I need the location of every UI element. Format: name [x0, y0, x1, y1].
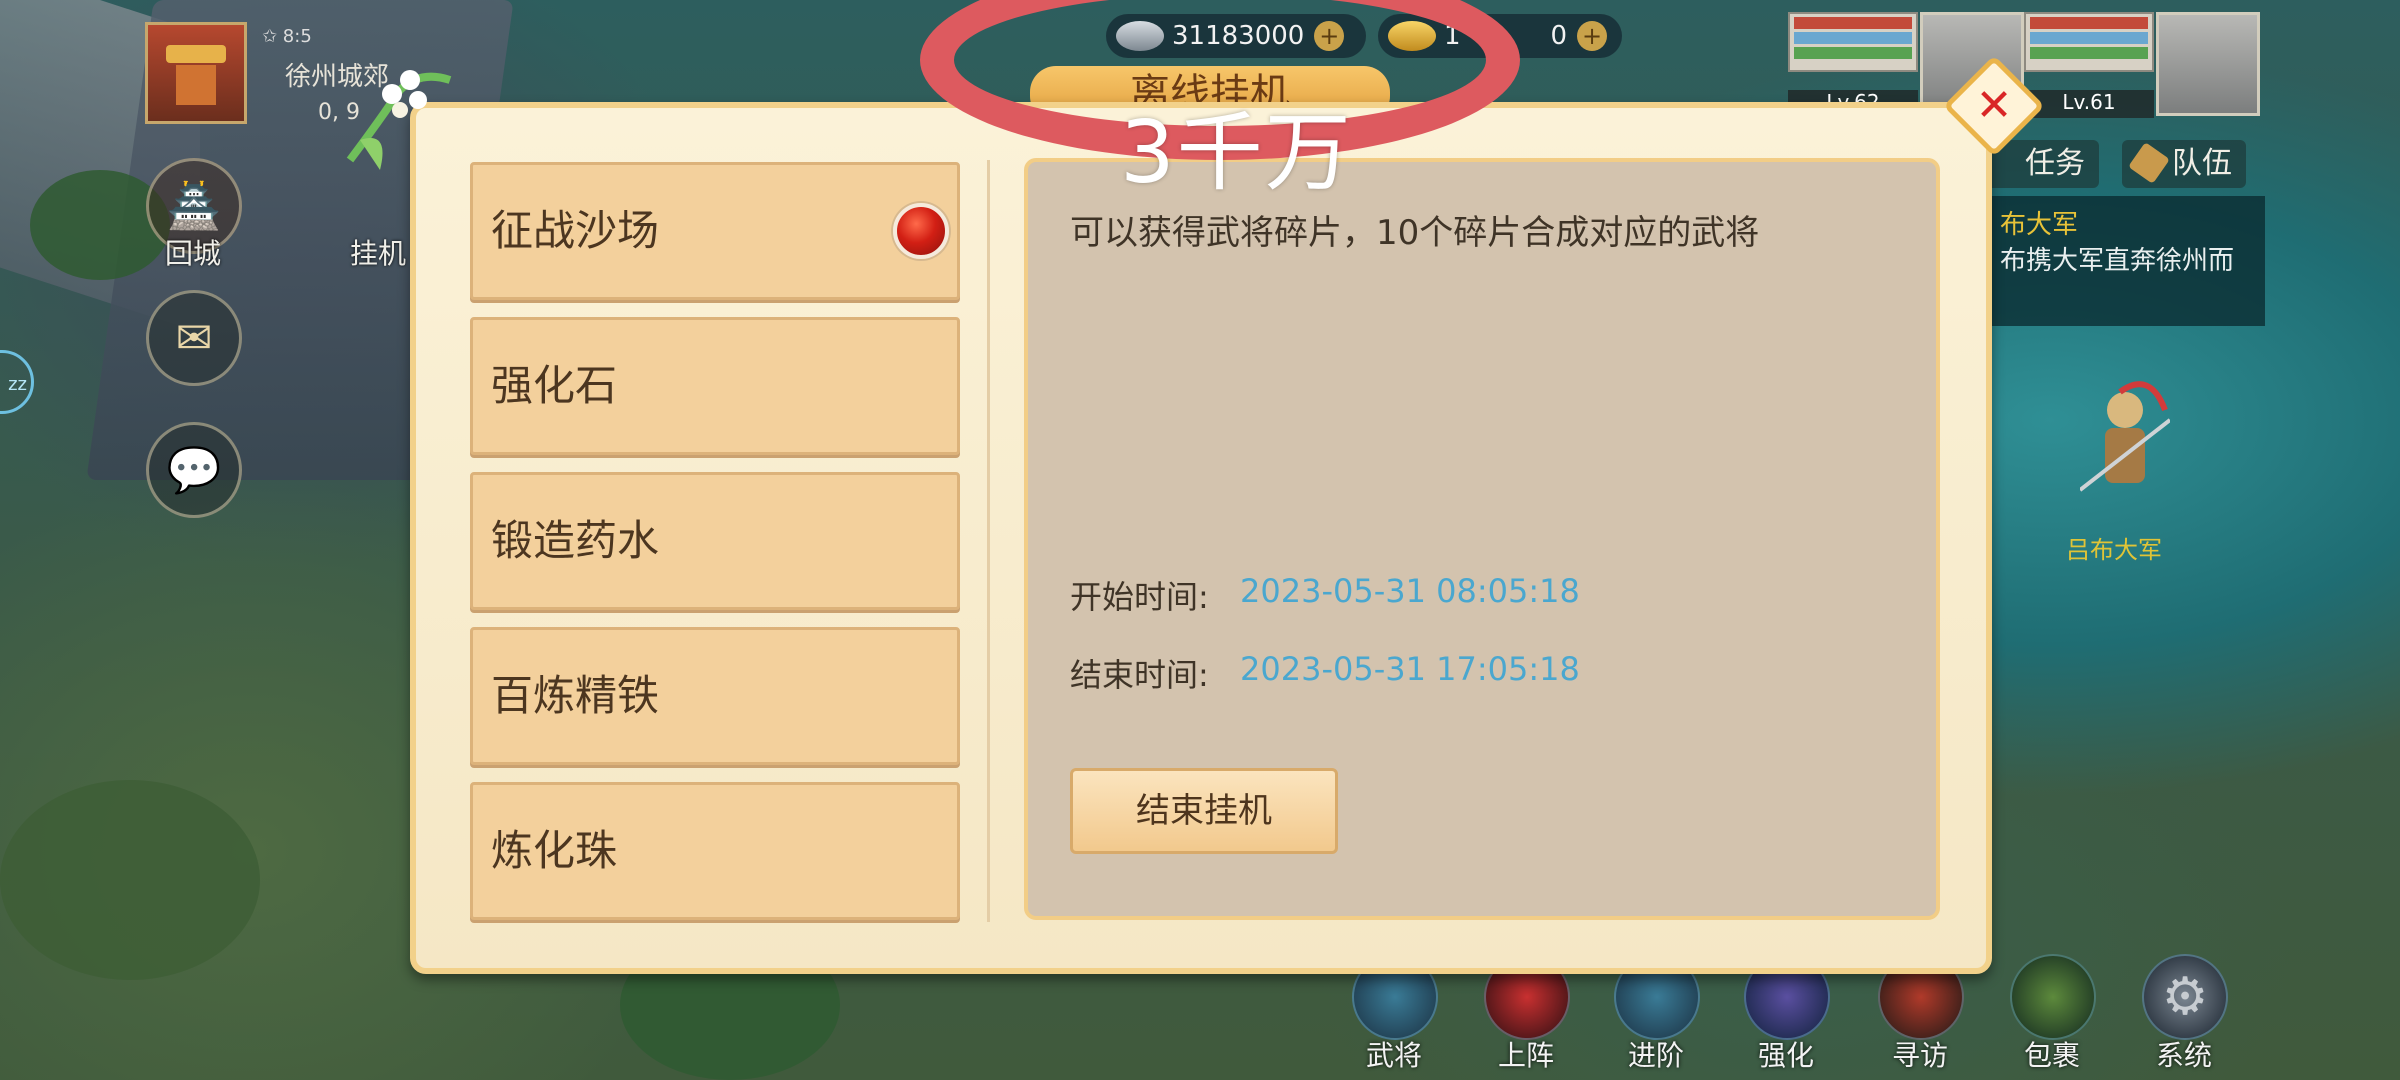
end-time-label: 结束时间: [1070, 656, 1209, 694]
notification-dot-icon [893, 203, 949, 259]
gear-icon: ⚙ [2142, 954, 2228, 1040]
menu-item-battlefield[interactable]: 征战沙场 [470, 162, 960, 300]
end-idle-button[interactable]: 结束挂机 [1070, 768, 1338, 854]
start-time-label: 开始时间: [1070, 578, 1209, 616]
add-gold-button[interactable]: + [1577, 21, 1608, 51]
tab-tasks-label: 任务 [2025, 146, 2085, 181]
menu-item-label: 百炼精铁 [491, 671, 660, 720]
tab-team[interactable]: 队伍 [2122, 140, 2246, 188]
reward-description: 可以获得武将碎片，10个碎片合成对应的武将 [1070, 213, 1760, 253]
end-time-value: 2023-05-31 17:05:18 [1240, 650, 1580, 688]
action-label: 系统 [2155, 1039, 2212, 1072]
menu-item-refining-orb[interactable]: 炼化珠 [470, 782, 960, 920]
enemy-general-sprite[interactable] [2080, 380, 2170, 520]
hp-bars [2024, 12, 2154, 72]
quest-description: 布携大军直奔徐州而 [2000, 246, 2235, 276]
chat-button[interactable]: 💬 [146, 422, 242, 518]
action-system[interactable]: ⚙ 系统 [2134, 954, 2234, 1074]
menu-item-label: 炼化珠 [491, 826, 618, 875]
menu-item-forge-potion[interactable]: 锻造药水 [470, 472, 960, 610]
envelope-icon: ✉ [175, 312, 213, 364]
action-label: 进阶 [1627, 1039, 1684, 1072]
menu-item-label: 锻造药水 [491, 516, 660, 565]
scroll-icon [2128, 142, 2170, 184]
action-label: 武将 [1365, 1039, 1422, 1072]
hp-bars [1788, 12, 1918, 72]
mail-button[interactable]: ✉ [146, 290, 242, 386]
bag-icon [2010, 954, 2096, 1040]
idle-label: 挂机 [350, 237, 407, 270]
city-avatar[interactable] [145, 22, 247, 124]
palace-icon [176, 65, 216, 105]
bush [0, 780, 260, 980]
start-time-value: 2023-05-31 08:05:18 [1240, 572, 1580, 610]
return-city-label: 回城 [165, 237, 222, 270]
quest-title: 布大军 [2000, 210, 2079, 240]
city-gate-icon: 🏯 [166, 181, 222, 232]
action-bag[interactable]: 包裹 [2002, 954, 2102, 1074]
level-badge: Lv.61 [2024, 90, 2154, 118]
gold-amount-tail: 0 [1550, 21, 1568, 51]
menu-item-refined-iron[interactable]: 百炼精铁 [470, 627, 960, 765]
action-label: 包裹 [2023, 1039, 2080, 1072]
general-portrait [2156, 12, 2260, 116]
flower-decoration-icon [346, 70, 452, 170]
enemy-label: 吕布大军 [2066, 536, 2162, 564]
palace-roof-icon [166, 45, 226, 63]
panel-divider [987, 160, 990, 922]
action-label: 强化 [1757, 1039, 1814, 1072]
menu-item-enhance-stone[interactable]: 强化石 [470, 317, 960, 455]
action-label: 上阵 [1497, 1039, 1554, 1072]
city-rating: ✩ 8:5 [262, 26, 312, 47]
menu-item-label: 强化石 [491, 361, 618, 410]
action-label: 寻访 [1891, 1039, 1948, 1072]
close-icon: ✕ [1975, 80, 2013, 131]
annotation-text: 3千万 [1120, 103, 1353, 203]
chat-bubble-icon: 💬 [166, 445, 222, 496]
menu-item-label: 征战沙场 [491, 206, 660, 255]
tab-team-label: 队伍 [2172, 146, 2232, 181]
